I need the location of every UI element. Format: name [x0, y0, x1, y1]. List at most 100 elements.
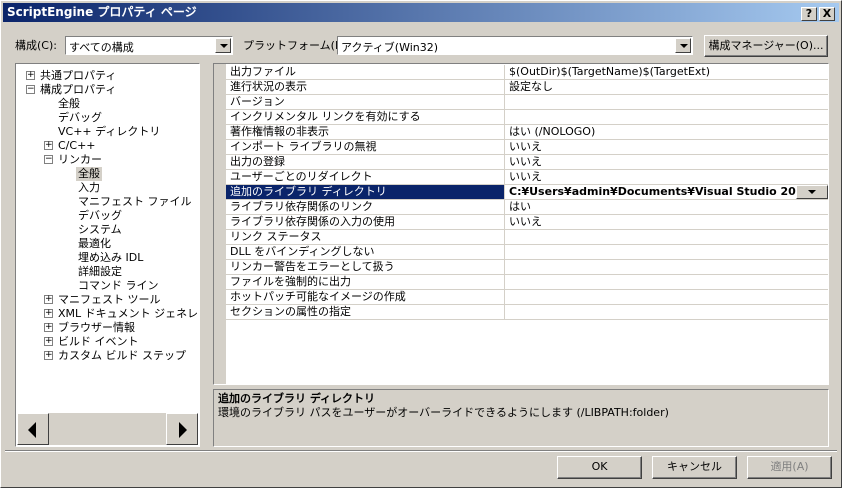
tree-node[interactable]: ブラウザー情報: [58, 321, 135, 335]
property-row[interactable]: ホットパッチ可能なイメージの作成: [226, 290, 828, 305]
property-row[interactable]: ファイルを強制的に出力: [226, 275, 828, 290]
tree-horizontal-scrollbar[interactable]: [17, 413, 198, 445]
tree-node[interactable]: コマンド ライン: [78, 279, 159, 293]
tree-node[interactable]: 共通プロパティ: [40, 69, 116, 83]
ok-button[interactable]: OK: [557, 456, 642, 479]
tree-node[interactable]: 詳細設定: [78, 265, 122, 279]
property-row[interactable]: ライブラリ依存関係の入力の使用 いいえ: [226, 215, 828, 230]
window-title: ScriptEngine プロパティ ページ: [7, 5, 197, 19]
property-value[interactable]: [506, 95, 828, 109]
property-name: ホットパッチ可能なイメージの作成: [226, 290, 505, 304]
tree-node[interactable]: デバッグ: [78, 209, 122, 223]
tree-node[interactable]: リンカー: [58, 153, 102, 167]
title-bar[interactable]: ScriptEngine プロパティ ページ ? X: [3, 3, 839, 22]
apply-button[interactable]: 適用(A): [747, 456, 832, 479]
property-grid[interactable]: 出力ファイル $(OutDir)$(TargetName)$(TargetExt)…: [213, 63, 829, 385]
expand-icon[interactable]: +: [44, 337, 53, 346]
platform-label: プラットフォーム(P):: [243, 39, 350, 52]
property-row[interactable]: バージョン: [226, 95, 828, 110]
property-name: セクションの属性の指定: [226, 305, 505, 319]
scroll-left-button[interactable]: [17, 413, 49, 445]
property-value[interactable]: [506, 245, 828, 259]
value-dropdown-button[interactable]: [796, 185, 828, 199]
property-row[interactable]: 追加のライブラリ ディレクトリ C:¥Users¥admin¥Documents¥…: [226, 185, 828, 200]
expand-icon[interactable]: +: [44, 141, 53, 150]
property-value[interactable]: はい: [506, 200, 828, 214]
property-row[interactable]: リンカー警告をエラーとして扱う: [226, 260, 828, 275]
property-value[interactable]: いいえ: [506, 140, 828, 154]
close-button[interactable]: X: [819, 7, 835, 21]
property-name: DLL をバインディングしない: [226, 245, 505, 259]
chevron-down-icon: [680, 44, 688, 48]
expand-icon[interactable]: +: [44, 309, 53, 318]
tree-node[interactable]: システム: [78, 223, 122, 237]
property-value[interactable]: [506, 230, 828, 244]
property-row[interactable]: 出力の登録 いいえ: [226, 155, 828, 170]
cancel-button[interactable]: キャンセル: [652, 456, 737, 479]
property-name: 進行状況の表示: [226, 80, 505, 94]
property-value[interactable]: C:¥Users¥admin¥Documents¥Visual Studio 2…: [506, 185, 828, 199]
expand-icon[interactable]: +: [26, 71, 35, 80]
expand-icon[interactable]: +: [44, 295, 53, 304]
property-value[interactable]: [506, 260, 828, 274]
tree-node[interactable]: デバッグ: [58, 111, 102, 125]
property-value[interactable]: [506, 290, 828, 304]
property-row[interactable]: セクションの属性の指定: [226, 305, 828, 320]
property-name: リンカー警告をエラーとして扱う: [226, 260, 505, 274]
tree-node[interactable]: VC++ ディレクトリ: [58, 125, 160, 139]
property-value[interactable]: $(OutDir)$(TargetName)$(TargetExt): [506, 65, 828, 79]
property-value[interactable]: はい (/NOLOGO): [506, 125, 828, 139]
property-name: インクリメンタル リンクを有効にする: [226, 110, 505, 124]
arrow-right-icon: [179, 422, 187, 438]
chevron-down-icon: [220, 44, 228, 48]
config-combo[interactable]: すべての構成: [65, 36, 233, 55]
property-value[interactable]: いいえ: [506, 170, 828, 184]
description-panel: 追加のライブラリ ディレクトリ 環境のライブラリ パスをユーザーがオーバーライド…: [213, 389, 829, 447]
property-tree[interactable]: + 共通プロパティ − 構成プロパティ 全般 デバッグ VC++ ディレクトリ + C/C++ −…: [15, 63, 200, 447]
collapse-icon[interactable]: −: [26, 85, 35, 94]
tree-node[interactable]: 最適化: [78, 237, 111, 251]
description-text: 環境のライブラリ パスをユーザーがオーバーライドできるようにします (/LIBP…: [218, 406, 669, 419]
property-value[interactable]: [506, 275, 828, 289]
property-row[interactable]: インクリメンタル リンクを有効にする: [226, 110, 828, 125]
scroll-right-button[interactable]: [166, 413, 198, 445]
platform-dropdown-button[interactable]: [675, 38, 691, 53]
config-manager-label: 構成マネージャー(O)...: [708, 39, 824, 52]
config-label: 構成(C):: [15, 39, 57, 52]
property-name: 出力の登録: [226, 155, 505, 169]
tree-node[interactable]: 入力: [78, 181, 100, 195]
property-row[interactable]: ライブラリ依存関係のリンク はい: [226, 200, 828, 215]
tree-node[interactable]: マニフェスト ツール: [58, 293, 161, 307]
property-name: インポート ライブラリの無視: [226, 140, 505, 154]
expand-icon[interactable]: +: [44, 351, 53, 360]
tree-node[interactable]: 全般: [76, 167, 102, 181]
property-value[interactable]: [506, 305, 828, 319]
config-manager-button[interactable]: 構成マネージャー(O)...: [704, 35, 828, 57]
platform-combo[interactable]: アクティブ(Win32): [337, 36, 693, 55]
config-dropdown-button[interactable]: [215, 38, 231, 53]
property-value[interactable]: いいえ: [506, 155, 828, 169]
tree-node[interactable]: C/C++: [58, 139, 96, 153]
tree-node[interactable]: マニフェスト ファイル: [78, 195, 192, 209]
property-row[interactable]: インポート ライブラリの無視 いいえ: [226, 140, 828, 155]
property-value[interactable]: 設定なし: [506, 80, 828, 94]
help-button[interactable]: ?: [801, 7, 817, 21]
tree-node[interactable]: カスタム ビルド ステップ: [58, 349, 186, 363]
property-row[interactable]: リンク ステータス: [226, 230, 828, 245]
cancel-label: キャンセル: [667, 460, 722, 473]
property-row[interactable]: 出力ファイル $(OutDir)$(TargetName)$(TargetExt): [226, 65, 828, 80]
property-value[interactable]: [506, 110, 828, 124]
tree-node[interactable]: 埋め込み IDL: [78, 251, 143, 265]
property-row[interactable]: 著作権情報の非表示 はい (/NOLOGO): [226, 125, 828, 140]
expand-icon[interactable]: +: [44, 323, 53, 332]
property-row[interactable]: 進行状況の表示 設定なし: [226, 80, 828, 95]
tree-node[interactable]: 全般: [58, 97, 80, 111]
property-name: 出力ファイル: [226, 65, 505, 79]
tree-node[interactable]: XML ドキュメント ジェネレーター: [58, 307, 199, 321]
property-row[interactable]: ユーザーごとのリダイレクト いいえ: [226, 170, 828, 185]
tree-node[interactable]: ビルド イベント: [58, 335, 139, 349]
collapse-icon[interactable]: −: [44, 155, 53, 164]
property-value[interactable]: いいえ: [506, 215, 828, 229]
tree-node[interactable]: 構成プロパティ: [40, 83, 116, 97]
property-row[interactable]: DLL をバインディングしない: [226, 245, 828, 260]
